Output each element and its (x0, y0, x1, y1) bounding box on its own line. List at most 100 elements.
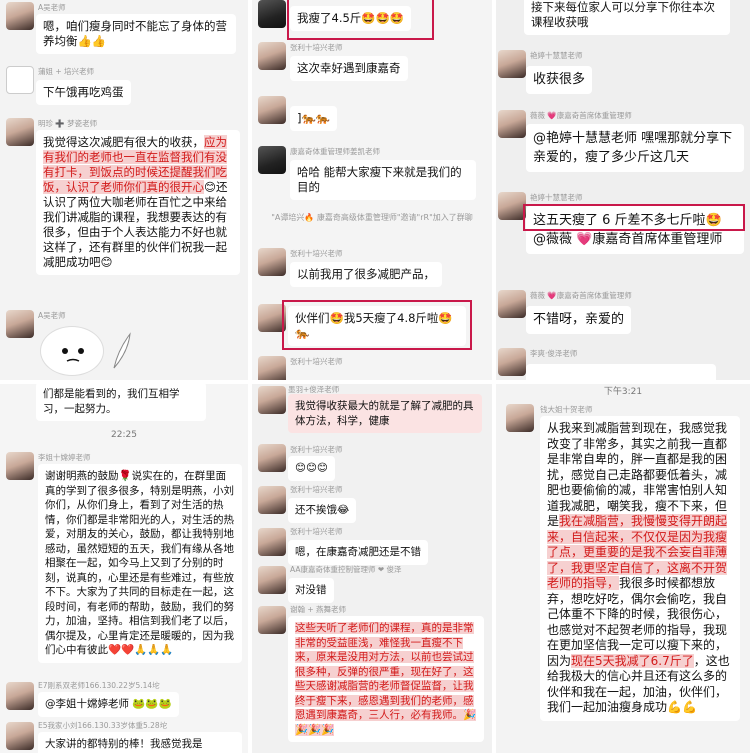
message-bubble[interactable]: 收获很多 (526, 66, 593, 94)
avatar[interactable] (258, 96, 286, 124)
avatar[interactable] (498, 348, 526, 376)
message-bubble[interactable]: 哈哈 能帮大家瘦下来就是我们的目的 (290, 160, 476, 200)
avatar[interactable] (258, 386, 286, 414)
message-bubble[interactable]: @艳婷十慧慧老师 嘿嘿那就分享下亲爱的，瘦了多少斤这几天 (526, 124, 744, 172)
message-bubble[interactable]: 这些天听了老师们的课程，真的是非常非常的受益匪浅，难怪我一直瘦不下来，原来是没用… (288, 616, 484, 742)
avatar[interactable] (6, 310, 34, 338)
sender-name: 张利十培兴老师 (290, 527, 343, 536)
sender-name: 李爽·俊泽老师 (530, 349, 578, 358)
sticker-image[interactable] (40, 326, 104, 376)
message: 李爽·俊泽老师 (496, 346, 750, 380)
sender-name: 张利十培兴老师 (290, 445, 343, 454)
message: 薇薇 💗康嘉奇首席体重管理师 @艳婷十慧慧老师 嘿嘿那就分享下亲爱的，瘦了多少斤… (496, 108, 750, 186)
message: 薇薇 💗康嘉奇首席体重管理师 不错呀，亲爱的 (496, 288, 750, 340)
sender-name: 艳婷十慧慧老师 (530, 193, 583, 202)
message-bubble[interactable]: 谢谢明燕的鼓励🌹说实在的，在群里面真的学到了很多很多，特别是明燕，小刘你们，从你… (38, 464, 242, 663)
sender-name: 明珍 ➕ 梦瓷老师 (38, 119, 98, 128)
message-bubble[interactable]: 接下来每位家人可以分享下你往本次课程收获哦 (524, 0, 730, 35)
message-bubble[interactable]: 们都是能看到的，我们互相学习，一起努力。 (36, 384, 206, 421)
message-bubble[interactable]: 我觉得收获最大的就是了解了减肥的具体方法，科学，健康 (288, 394, 482, 433)
message: 李姐十嫦婷老师 谢谢明燕的鼓励🌹说实在的，在群里面真的学到了很多很多，特别是明燕… (0, 450, 248, 682)
avatar[interactable] (506, 404, 534, 432)
sender-name: 张利十培兴老师 (290, 249, 343, 258)
avatar[interactable] (498, 110, 526, 138)
avatar[interactable] (258, 486, 286, 514)
avatar[interactable] (6, 118, 34, 146)
message-bubble[interactable]: 还不挨饿😂 (288, 498, 357, 523)
system-notice: "A谭培兴🔥 康嘉奇高级体重管理师"邀请"rR"加入了群聊 (271, 213, 473, 222)
avatar[interactable] (258, 248, 286, 276)
message-bubble[interactable]: 😊😊😊 (288, 456, 335, 481)
message-bubble[interactable]: 嗯，在康嘉奇减肥还是不错 (288, 540, 428, 565)
message: 墨羽+俊泽老师 我觉得收获最大的就是了解了减肥的具体方法，科学，健康 (252, 384, 492, 433)
cartoon-face-icon (62, 348, 84, 362)
message: 明珍 ➕ 梦瓷老师 我觉得这次减肥有很大的收获，应为有我们的老师也一直在监督我们… (0, 116, 248, 306)
message: A吴老师 嗯，咱们瘦身同时不能忘了身体的营养均衡👍👍 (0, 0, 248, 60)
highlighted-text: 这些天听了老师们的课程，真的是非常非常的受益匪浅，难怪我一直瘦不下来，原来是没用… (295, 622, 477, 736)
message-bubble[interactable]: 我觉得这次减肥有很大的收获，应为有我们的老师也一直在监督我们有没有打卡，到饭点的… (36, 130, 240, 275)
message: 张利十培兴老师 (252, 354, 492, 380)
avatar[interactable] (6, 452, 34, 480)
message-bubble[interactable]: 不错呀，亲爱的 (526, 306, 632, 334)
chat-panel-2[interactable]: 我瘦了4.5斤🤩🤩🤩 张利十培兴老师 这次幸好遇到康嘉奇 ]🐅🐅 康嘉奇体重管理… (252, 0, 492, 380)
message-text: 从我来到减脂营到现在，我感觉我改变了非常多，其实之前我一直都是非常自卑的，胖一直… (547, 421, 728, 528)
feather-icon (113, 332, 131, 369)
sender-name: 钱大姐十贺老师 (540, 405, 593, 414)
sender-name: A吴老师 (38, 311, 66, 320)
avatar[interactable] (498, 192, 526, 220)
sender-name: 薇薇 💗康嘉奇首席体重管理师 (530, 111, 632, 120)
sender-name: 薇薇 💗康嘉奇首席体重管理师 (530, 291, 632, 300)
chat-panel-5[interactable]: 墨羽+俊泽老师 我觉得收获最大的就是了解了减肥的具体方法，科学，健康 张利十培兴… (252, 384, 492, 753)
message-bubble[interactable]: 这次幸好遇到康嘉奇 (290, 56, 408, 81)
avatar[interactable] (6, 2, 34, 30)
chat-panel-3[interactable]: 接下来每位家人可以分享下你往本次课程收获哦 艳婷十慧慧老师 收获很多 薇薇 💗康… (496, 0, 750, 380)
message: 蒲姐 + 培兴老师 下午饿再吃鸡蛋 (0, 66, 248, 110)
sender-name: 张利十培兴老师 (290, 43, 343, 52)
avatar[interactable] (258, 444, 286, 472)
avatar[interactable] (258, 606, 286, 634)
message-bubble[interactable] (526, 364, 716, 380)
avatar[interactable] (258, 566, 286, 594)
highlight-box (523, 204, 745, 231)
avatar[interactable] (498, 290, 526, 318)
avatar[interactable] (258, 0, 286, 28)
message-bubble[interactable]: 以前我用了很多减肥产品， (290, 262, 442, 287)
message-bubble[interactable]: 下午饿再吃鸡蛋 (36, 80, 131, 105)
avatar[interactable] (498, 50, 526, 78)
avatar[interactable] (258, 42, 286, 70)
sender-name: 蒲姐 + 培兴老师 (38, 67, 95, 76)
message-bubble[interactable]: 对没错 (288, 578, 334, 603)
sender-name: A吴老师 (38, 3, 66, 12)
sender-name: E7刚系双老师166.130.22岁5.14坨 (38, 681, 160, 690)
avatar[interactable] (258, 528, 286, 556)
message: 张利十培兴老师 嗯，在康嘉奇减肥还是不错 (252, 524, 492, 565)
avatar[interactable] (258, 146, 286, 174)
message-bubble[interactable]: @李姐十嫦婷老师 🐸🐸🐸 (38, 692, 179, 717)
chat-panel-1[interactable]: A吴老师 嗯，咱们瘦身同时不能忘了身体的营养均衡👍👍 蒲姐 + 培兴老师 下午饿… (0, 0, 248, 380)
message-bubble[interactable]: 大家讲的都特别的棒！我感觉我是 (38, 732, 242, 753)
message: E7刚系双老师166.130.22岁5.14坨 @李姐十嫦婷老师 🐸🐸🐸 (0, 680, 248, 720)
avatar[interactable] (6, 66, 34, 94)
sender-name: E5我家小刘166.130.33岁体重5.28坨 (38, 721, 168, 730)
sender-name: AA康嘉奇体重控制管理师 ❤ 俊泽 (290, 565, 402, 574)
message-bubble[interactable]: 嗯，咱们瘦身同时不能忘了身体的营养均衡👍👍 (36, 14, 236, 54)
message: A吴老师 (0, 308, 248, 380)
message: 艳婷十慧慧老师 收获很多 (496, 48, 750, 98)
avatar[interactable] (258, 356, 286, 380)
message-bubble[interactable]: ]🐅🐅 (290, 106, 338, 131)
avatar[interactable] (6, 722, 34, 750)
message: 张利十培兴老师 还不挨饿😂 (252, 482, 492, 526)
message: 张利十培兴老师 这次幸好遇到康嘉奇 (252, 42, 492, 86)
message-bubble[interactable]: 从我来到减脂营到现在，我感觉我改变了非常多，其实之前我一直都是非常自卑的，胖一直… (540, 416, 740, 721)
message: E5我家小刘166.130.33岁体重5.28坨 大家讲的都特别的棒！我感觉我是 (0, 720, 248, 753)
sender-name: 李姐十嫦婷老师 (38, 453, 91, 462)
chat-panel-6[interactable]: 下午3:21 钱大姐十贺老师 从我来到减脂营到现在，我感觉我改变了非常多，其实之… (496, 384, 750, 753)
mention-text: @薇薇 💗康嘉奇首席体重管理师 (533, 232, 723, 247)
highlight-box (287, 0, 434, 40)
avatar[interactable] (6, 682, 34, 710)
chat-panel-4[interactable]: 们都是能看到的，我们互相学习，一起努力。 22:25 李姐十嫦婷老师 谢谢明燕的… (0, 384, 248, 753)
sender-name: 张利十培兴老师 (290, 485, 343, 494)
highlight-box (282, 300, 472, 350)
message: AA康嘉奇体重控制管理师 ❤ 俊泽 对没错 (252, 562, 492, 603)
timestamp: 下午3:21 (603, 387, 643, 397)
